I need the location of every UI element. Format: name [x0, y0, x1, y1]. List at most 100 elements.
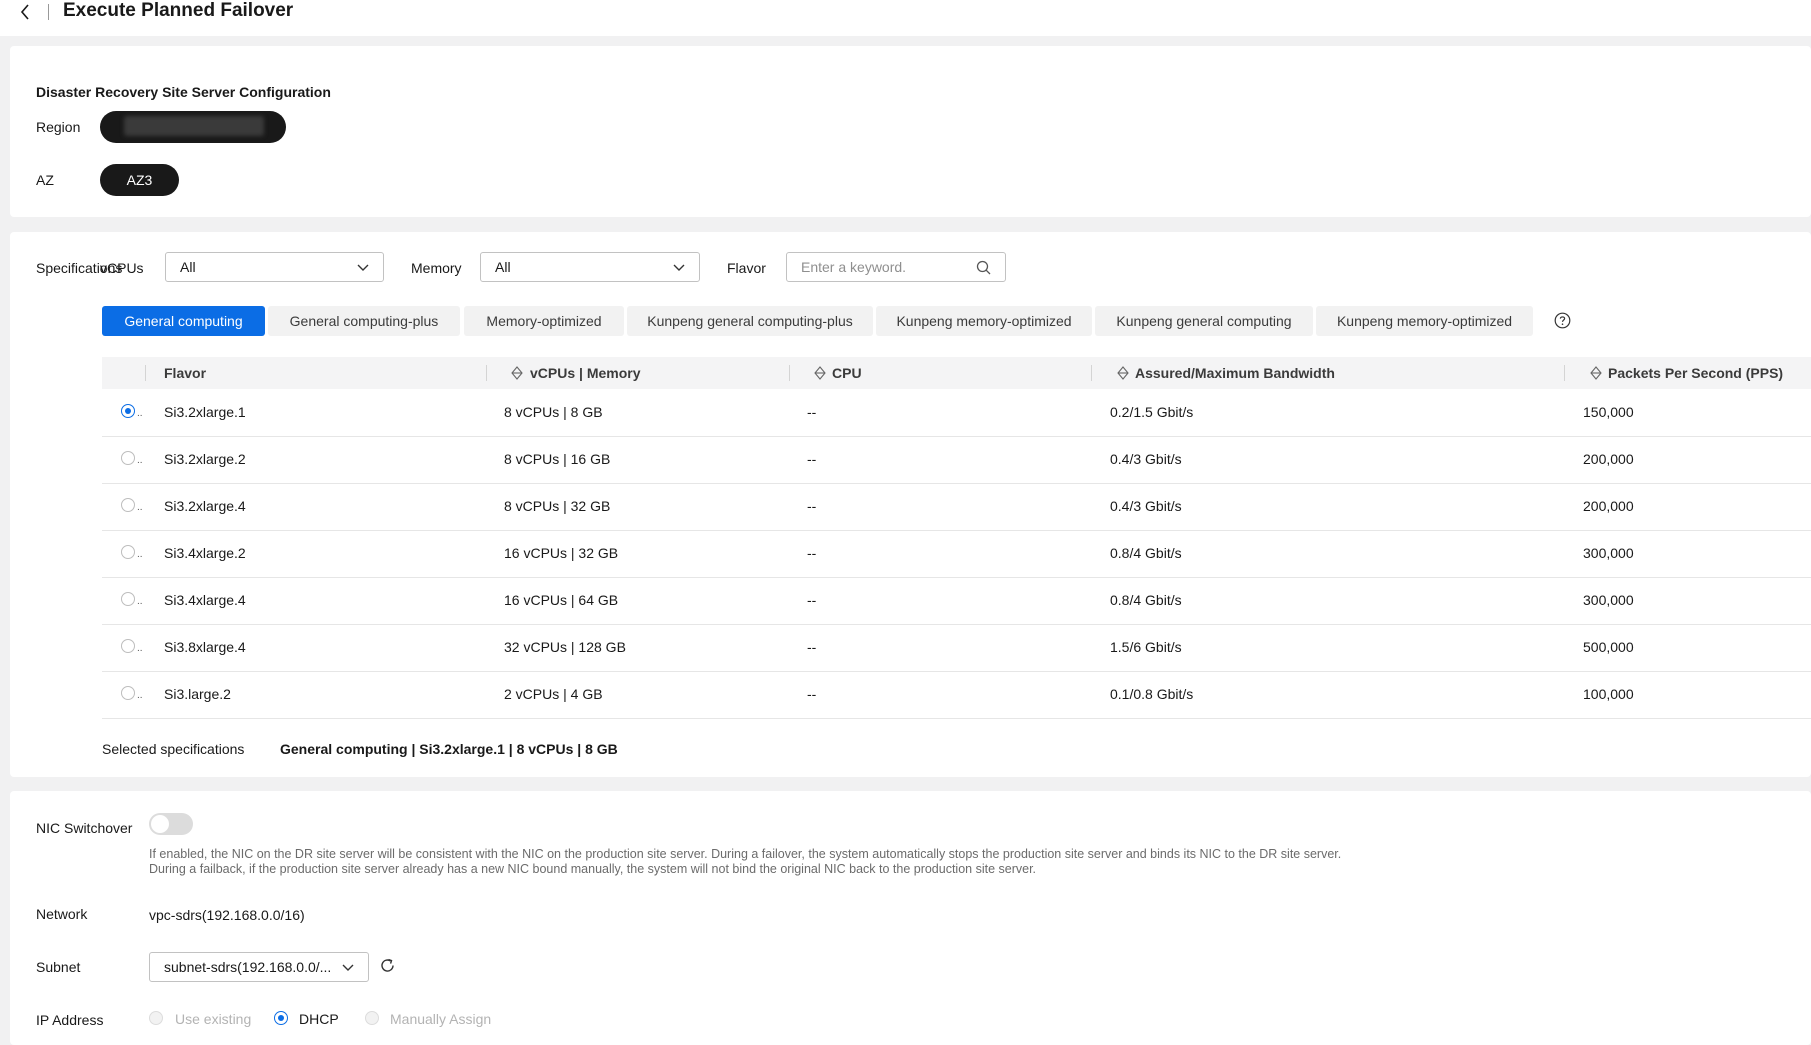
cell-cpu: -- — [807, 545, 817, 561]
dr-config-heading: Disaster Recovery Site Server Configurat… — [36, 84, 331, 100]
subnet-select[interactable]: subnet-sdrs(192.168.0.0/... — [149, 952, 369, 982]
col-bandwidth[interactable]: Assured/Maximum Bandwidth — [1135, 357, 1335, 389]
row-radio[interactable] — [121, 451, 135, 465]
table-header — [102, 357, 1811, 389]
sort-icon[interactable] — [511, 366, 523, 383]
cell-vcpus-memory: 2 vCPUs | 4 GB — [504, 686, 603, 702]
row-divider — [102, 718, 1811, 719]
row-radio[interactable] — [121, 639, 135, 653]
ip-dhcp-label: DHCP — [299, 1011, 339, 1027]
row-ellipsis: .. — [137, 408, 143, 419]
ip-manual-radio[interactable] — [365, 1011, 379, 1025]
help-icon[interactable] — [1554, 312, 1571, 329]
row-divider — [102, 436, 1811, 437]
cell-cpu: -- — [807, 639, 817, 655]
ip-manual-label: Manually Assign — [390, 1011, 492, 1027]
nic-switchover-label: NIC Switchover — [36, 820, 133, 836]
col-cpu[interactable]: CPU — [832, 357, 862, 389]
cell-bandwidth: 0.8/4 Gbit/s — [1110, 545, 1182, 561]
row-ellipsis: .. — [137, 455, 143, 466]
flavor-label: Flavor — [727, 260, 766, 276]
network-label: Network — [36, 906, 88, 922]
row-ellipsis: .. — [137, 549, 143, 560]
cell-vcpus-memory: 16 vCPUs | 64 GB — [504, 592, 619, 608]
memory-select[interactable]: All — [480, 252, 700, 282]
cell-vcpus-memory: 8 vCPUs | 32 GB — [504, 498, 611, 514]
column-divider — [789, 365, 790, 381]
cell-flavor: Si3.2xlarge.1 — [164, 404, 246, 420]
ip-use-existing-radio[interactable] — [149, 1011, 163, 1025]
row-radio[interactable] — [121, 404, 135, 418]
refresh-icon[interactable] — [379, 957, 396, 974]
flavor-search-input[interactable]: Enter a keyword. — [786, 252, 1006, 282]
nic-desc-line2: During a failback, if the production sit… — [149, 862, 1037, 876]
col-flavor: Flavor — [164, 365, 207, 381]
selected-spec-value: General computing | Si3.2xlarge.1 | 8 vC… — [280, 741, 618, 757]
ip-dhcp-radio[interactable] — [274, 1011, 288, 1025]
nic-switchover-toggle[interactable] — [149, 813, 193, 835]
cell-flavor: Si3.2xlarge.2 — [164, 451, 246, 467]
page-title: Execute Planned Failover — [63, 0, 294, 21]
row-divider — [102, 530, 1811, 531]
cell-vcpus-memory: 8 vCPUs | 16 GB — [504, 451, 611, 467]
tab-memory-optimized[interactable]: Memory-optimized — [464, 306, 624, 336]
cell-pps: 300,000 — [1583, 545, 1634, 561]
az-pill[interactable]: AZ3 — [100, 164, 179, 196]
cell-pps: 200,000 — [1583, 451, 1634, 467]
network-value: vpc-sdrs(192.168.0.0/16) — [149, 907, 305, 923]
sort-icon[interactable] — [1590, 366, 1602, 383]
subnet-select-value: subnet-sdrs(192.168.0.0/... — [164, 959, 332, 975]
row-radio[interactable] — [121, 592, 135, 606]
tab-kunpeng-general-computing[interactable]: Kunpeng general computing — [1095, 306, 1313, 336]
tab-kunpeng-memory-optimized-2[interactable]: Kunpeng memory-optimized — [1316, 306, 1533, 336]
chevron-left-icon[interactable] — [16, 2, 36, 22]
cell-flavor: Si3.2xlarge.4 — [164, 498, 246, 514]
cell-bandwidth: 0.8/4 Gbit/s — [1110, 592, 1182, 608]
cell-bandwidth: 0.4/3 Gbit/s — [1110, 498, 1182, 514]
divider — [48, 4, 49, 20]
cell-vcpus-memory: 32 vCPUs | 128 GB — [504, 639, 626, 655]
cell-bandwidth: 0.4/3 Gbit/s — [1110, 451, 1182, 467]
sort-icon[interactable] — [1117, 366, 1129, 383]
col-vcpus-memory[interactable]: vCPUs | Memory — [530, 357, 641, 389]
memory-label: Memory — [411, 260, 462, 276]
cell-vcpus-memory: 16 vCPUs | 32 GB — [504, 545, 619, 561]
vcpus-select[interactable]: All — [165, 252, 384, 282]
row-radio[interactable] — [121, 498, 135, 512]
ip-use-existing-label: Use existing — [175, 1011, 252, 1027]
cell-bandwidth: 0.2/1.5 Gbit/s — [1110, 404, 1194, 420]
chevron-down-icon — [673, 264, 685, 271]
cell-cpu: -- — [807, 404, 817, 420]
cell-flavor: Si3.4xlarge.4 — [164, 592, 246, 608]
row-divider — [102, 671, 1811, 672]
cell-bandwidth: 1.5/6 Gbit/s — [1110, 639, 1182, 655]
column-divider — [486, 365, 487, 381]
col-pps[interactable]: Packets Per Second (PPS) — [1608, 357, 1783, 389]
tab-kunpeng-general-computing-plus[interactable]: Kunpeng general computing-plus — [627, 306, 873, 336]
tab-kunpeng-memory-optimized[interactable]: Kunpeng memory-optimized — [876, 306, 1092, 336]
column-divider — [1564, 365, 1565, 381]
ip-address-label: IP Address — [36, 1012, 104, 1028]
chevron-down-icon — [357, 264, 369, 271]
vcpus-select-value: All — [180, 259, 196, 275]
cell-pps: 200,000 — [1583, 498, 1634, 514]
tab-general-computing[interactable]: General computing — [102, 306, 265, 336]
row-radio[interactable] — [121, 686, 135, 700]
row-divider — [102, 483, 1811, 484]
cell-vcpus-memory: 8 vCPUs | 8 GB — [504, 404, 603, 420]
region-label: Region — [36, 119, 81, 135]
cell-bandwidth: 0.1/0.8 Gbit/s — [1110, 686, 1194, 702]
row-ellipsis: .. — [137, 643, 143, 654]
cell-flavor: Si3.4xlarge.2 — [164, 545, 246, 561]
chevron-down-icon — [342, 964, 354, 971]
subnet-label: Subnet — [36, 959, 81, 975]
flavor-search-placeholder: Enter a keyword. — [801, 259, 907, 275]
sort-icon[interactable] — [814, 366, 826, 383]
row-radio[interactable] — [121, 545, 135, 559]
cell-cpu: -- — [807, 686, 817, 702]
cell-flavor: Si3.large.2 — [164, 686, 231, 702]
cell-cpu: -- — [807, 592, 817, 608]
search-icon[interactable] — [976, 260, 991, 275]
cell-pps: 500,000 — [1583, 639, 1634, 655]
tab-general-computing-plus[interactable]: General computing-plus — [268, 306, 460, 336]
